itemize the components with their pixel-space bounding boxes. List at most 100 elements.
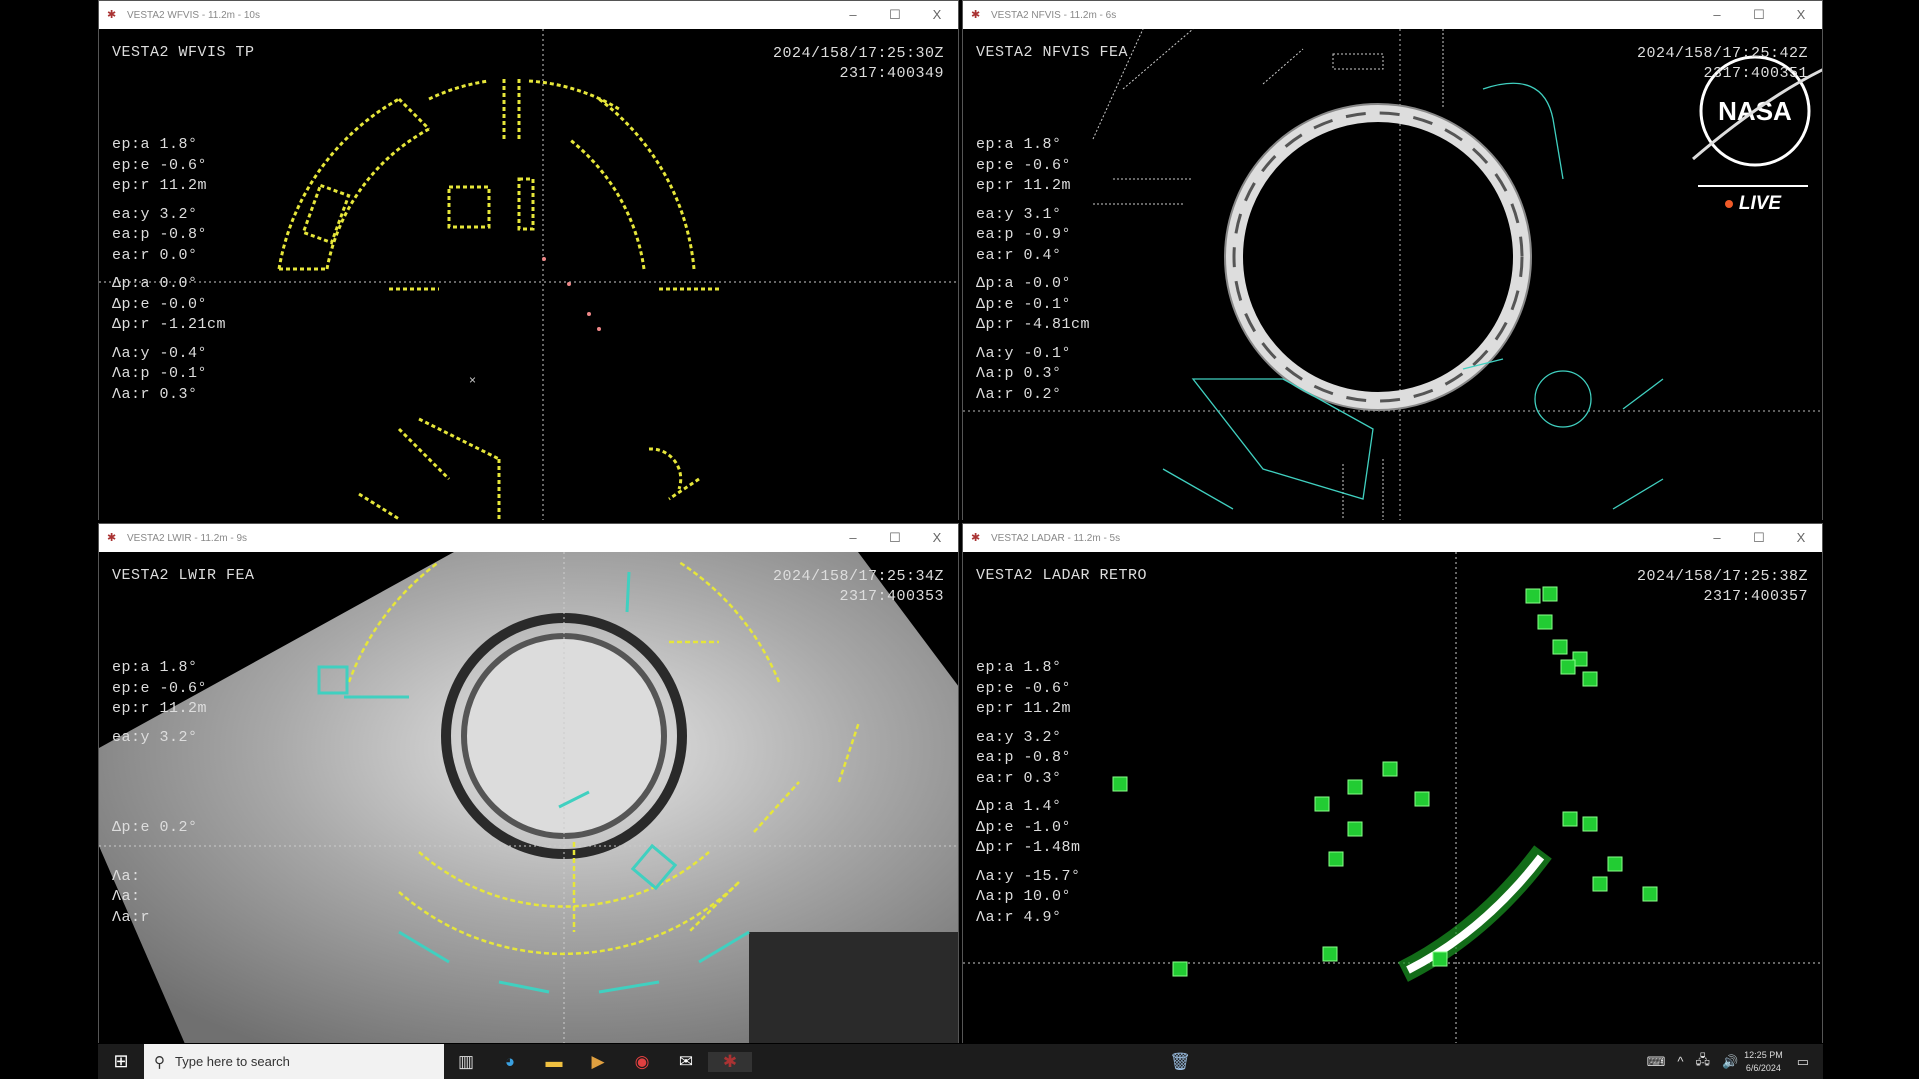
stat-line: Λa:r 0.3° xyxy=(112,385,198,403)
minimize-button[interactable]: – xyxy=(832,524,874,552)
maximize-button[interactable]: ☐ xyxy=(874,1,916,29)
title-bar[interactable]: ✱ VESTA2 LADAR - 11.2m - 5s – ☐ X xyxy=(963,524,1822,552)
stat-line: Λa:y -0.4° xyxy=(112,344,208,362)
title-bar[interactable]: ✱ VESTA2 LWIR - 11.2m - 9s – ☐ X xyxy=(99,524,958,552)
stat-group: Λa:y -0.4° Λa:p -0.1° Λa:r 0.3° xyxy=(112,344,226,406)
stat-line xyxy=(112,838,207,859)
stat-line: ea:y 3.2° xyxy=(976,728,1062,746)
maximize-button[interactable]: ☐ xyxy=(874,524,916,552)
stat-group: Δp:a 0.0° Δp:e -0.0° Δp:r -1.21cm xyxy=(112,274,226,336)
frame-counter: 2317:400351 xyxy=(1703,65,1808,82)
ladar-return xyxy=(1382,761,1398,777)
timestamp-date: 2024/158/17:25:30Z xyxy=(772,45,944,62)
target-marker: × xyxy=(469,373,476,387)
window-lwir[interactable]: ✱ VESTA2 LWIR - 11.2m - 9s – ☐ X VESTA2 … xyxy=(98,523,959,1043)
file-explorer-icon[interactable]: ▬ xyxy=(532,1052,576,1072)
retro-arc-glow xyxy=(1398,845,1552,982)
task-view-icon[interactable]: ▥ xyxy=(444,1052,488,1072)
marker-points xyxy=(542,257,601,331)
mail-icon[interactable]: ✉ xyxy=(664,1052,708,1072)
stat-line: Λa:p -0.1° xyxy=(112,365,208,382)
minimize-button[interactable]: – xyxy=(1696,1,1738,29)
ladar-return xyxy=(1592,876,1608,892)
crosshair xyxy=(99,29,958,520)
ladar-return xyxy=(1347,821,1363,837)
stat-line: Δp:a 0.0° xyxy=(112,275,198,292)
ladar-returns-graphics xyxy=(963,552,1822,1043)
network-icon[interactable]: 🖧 xyxy=(1695,1051,1710,1073)
stat-line: ep:r 11.2m xyxy=(112,700,208,717)
taskbar-search[interactable]: ⚲ Type here to search xyxy=(144,1044,444,1079)
ladar-return xyxy=(1112,776,1128,792)
window-title: VESTA2 WFVIS - 11.2m - 10s xyxy=(127,9,260,21)
live-badge: LIVE xyxy=(1698,185,1808,215)
stat-line: Λa:p 0.3° xyxy=(976,365,1062,382)
stat-line: ea:r 0.4° xyxy=(976,246,1062,264)
stat-group: ea:y 3.2° ea:p -0.8° ea:r 0.0° xyxy=(112,205,226,267)
title-bar[interactable]: ✱ VESTA2 WFVIS - 11.2m - 10s – ☐ X xyxy=(99,1,958,29)
stat-line: ep:a 1.8° xyxy=(112,136,198,153)
telemetry-stats: ep:a 1.8° ep:e -0.6° ep:r 11.2m ea:y 3.2° ea… xyxy=(976,658,1081,936)
stat-group: ep:a 1.8° ep:e -0.6° ep:r 11.2m xyxy=(112,135,226,197)
recycle-bin-icon[interactable]: 🗑 xyxy=(1158,1052,1202,1072)
camera-name: VESTA2 WFVIS TP xyxy=(112,44,255,61)
keyboard-icon[interactable]: ⌨ xyxy=(1647,1054,1666,1070)
ladar-return xyxy=(1552,639,1568,655)
stat-line xyxy=(112,769,207,790)
stat-line: Δp:r -4.81cm xyxy=(976,316,1091,333)
close-button[interactable]: X xyxy=(916,1,958,29)
edge-icon[interactable]: ◕ xyxy=(488,1052,532,1072)
clock[interactable]: 12:25 PM 6/6/2024 xyxy=(1744,1049,1783,1075)
stat-group: Δp:e 0.2° xyxy=(112,797,207,859)
camera-view-wfvis: × VESTA2 WFVIS TP 2024/158/17:25:30Z 2317… xyxy=(99,29,958,520)
telemetry-stats: ep:a 1.8° ep:e -0.6° ep:r 11.2m ea:y 3.2° ea… xyxy=(112,135,226,413)
target-overlay-graphics: × xyxy=(99,29,958,520)
camera-name: VESTA2 LADAR RETRO xyxy=(976,567,1148,584)
camera-name: VESTA2 LWIR FEA xyxy=(112,567,255,584)
close-button[interactable]: X xyxy=(1780,524,1822,552)
window-wfvis[interactable]: ✱ VESTA2 WFVIS - 11.2m - 10s – ☐ X × VES… xyxy=(98,0,959,520)
stat-line: ea:y 3.1° xyxy=(976,205,1062,223)
minimize-button[interactable]: – xyxy=(832,1,874,29)
stat-group: Δp:a -0.0° Δp:e -0.1° Δp:r -4.81cm xyxy=(976,274,1090,336)
show-hidden-icons-chevron[interactable]: ^ xyxy=(1677,1054,1683,1069)
window-title: VESTA2 LWIR - 11.2m - 9s xyxy=(127,532,248,544)
minimize-button[interactable]: – xyxy=(1696,524,1738,552)
windows-start-icon[interactable]: ⊞ xyxy=(98,1051,144,1072)
timestamp: 2024/158/17:25:30Z 2317:400349 xyxy=(773,44,944,84)
stat-group: Λa:y -15.7° Λa:p 10.0° Λa:r 4.9° xyxy=(976,867,1081,929)
volume-icon[interactable]: 🔊 xyxy=(1722,1054,1738,1070)
stat-line: Δp:a 1.4° xyxy=(976,798,1062,815)
chrome-icon[interactable]: ◉ xyxy=(620,1052,664,1072)
window-ladar[interactable]: ✱ VESTA2 LADAR - 11.2m - 5s – ☐ X VESTA2 L… xyxy=(962,523,1823,1043)
stat-line xyxy=(112,748,207,769)
stat-line: ep:a 1.8° xyxy=(976,659,1062,676)
camera-view-lwir: VESTA2 LWIR FEA 2024/158/17:25:34Z 2317:4… xyxy=(99,552,958,1043)
stat-line: Λa:r xyxy=(112,908,151,926)
ladar-return xyxy=(1525,588,1541,604)
media-player-icon[interactable]: ▶ xyxy=(576,1052,620,1072)
maximize-button[interactable]: ☐ xyxy=(1738,524,1780,552)
stat-group: Λa:y -0.1° Λa:p 0.3° Λa:r 0.2° xyxy=(976,344,1090,406)
stat-line: ep:e -0.6° xyxy=(976,156,1072,174)
notifications-icon[interactable]: ▭ xyxy=(1797,1054,1809,1070)
app-icon: ✱ xyxy=(107,9,117,21)
vestas-app-icon[interactable]: ✱ xyxy=(708,1051,752,1072)
stat-line: Δp:e 0.2° xyxy=(112,818,198,836)
timestamp-date: 2024/158/17:25:38Z xyxy=(1636,568,1808,585)
window-nfvis[interactable]: ✱ VESTA2 NFVIS - 11.2m - 6s – ☐ X NASA V… xyxy=(962,0,1823,520)
camera-view-ladar: VESTA2 LADAR RETRO 2024/158/17:25:38Z 231… xyxy=(963,552,1822,1043)
close-button[interactable]: X xyxy=(916,524,958,552)
maximize-button[interactable]: ☐ xyxy=(1738,1,1780,29)
stat-line: ea:r 0.3° xyxy=(976,769,1062,787)
ladar-return xyxy=(1328,851,1344,867)
title-bar[interactable]: ✱ VESTA2 NFVIS - 11.2m - 6s – ☐ X xyxy=(963,1,1822,29)
close-button[interactable]: X xyxy=(1780,1,1822,29)
camera-view-nfvis: NASA VESTA2 NFVIS FEA 2024/158/17:25:42Z… xyxy=(963,29,1822,520)
stat-line: Λa:r 0.2° xyxy=(976,385,1062,403)
frame-counter: 2317:400353 xyxy=(839,588,944,605)
timestamp-date: 2024/158/17:25:42Z xyxy=(1636,45,1808,62)
telemetry-stats: ep:a 1.8° ep:e -0.6° ep:r 11.2m ea:y 3.2° Δ… xyxy=(112,658,207,936)
ladar-return xyxy=(1314,796,1330,812)
stat-line: ep:e -0.6° xyxy=(112,679,208,697)
